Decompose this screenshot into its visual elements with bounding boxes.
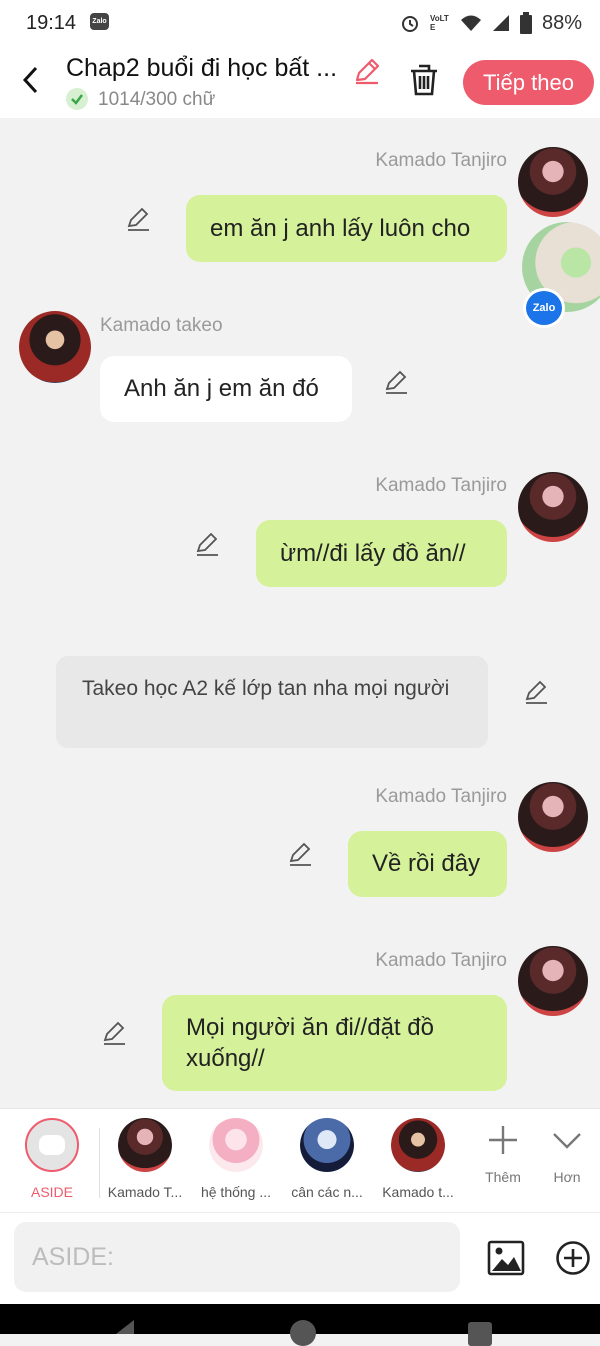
character-avatar [300,1118,354,1172]
zalo-badge: Zalo [523,288,565,328]
narration-block[interactable]: Takeo học A2 kế lớp tan nha mọi người [56,656,488,748]
tanjiro-avatar[interactable] [518,472,588,542]
character-takeo[interactable]: Kamado t... [375,1118,461,1200]
character-tanjiro[interactable]: Kamado T... [102,1118,188,1200]
pencil-icon [355,58,380,85]
takeo-avatar[interactable] [19,311,91,383]
image-button[interactable] [486,1238,526,1278]
character-can[interactable]: cân các n... [284,1118,370,1200]
speaker-name: Kamado Tanjiro [375,475,507,496]
message-bubble[interactable]: Anh ăn j em ăn đó [100,356,352,422]
pencil-icon [385,370,407,394]
chevron-left-icon [22,66,38,94]
add-button[interactable] [553,1238,593,1278]
edit-message-button[interactable] [287,840,315,868]
zalo-notification-icon: Zalo [90,13,109,30]
speaker-name: Kamado takeo [100,315,223,336]
image-icon [487,1240,525,1276]
character-avatar [391,1118,445,1172]
speaker-name: Kamado Tanjiro [375,150,507,171]
home-nav-icon[interactable] [290,1320,316,1346]
signal-icon [492,15,509,31]
pencil-icon [103,1021,125,1045]
chat-bubble-icon [25,1118,79,1172]
trash-icon [411,64,437,96]
character-system[interactable]: hệ thống ... [193,1118,279,1200]
tanjiro-avatar[interactable] [518,782,588,852]
edit-message-button[interactable] [383,368,411,396]
tanjiro-avatar[interactable] [518,147,588,217]
pencil-icon [289,842,311,866]
battery-percent: 88% [541,11,582,34]
add-label: Thêm [485,1169,521,1185]
pencil-icon [525,680,547,704]
edit-title-button[interactable] [352,56,382,86]
tanjiro-avatar[interactable] [518,946,588,1016]
chevron-down-icon [553,1133,581,1149]
edit-message-button[interactable] [523,678,551,706]
chapter-title[interactable]: Chap2 buổi đi học bất ... [66,54,348,83]
message-input[interactable] [14,1222,460,1292]
delete-button[interactable] [408,62,440,98]
edit-message-button[interactable] [101,1019,129,1047]
battery-icon [519,12,532,34]
alarm-icon [401,16,418,32]
speaker-name: Kamado Tanjiro [375,786,507,807]
message-bubble[interactable]: Mọi người ăn đi//đặt đồ xuống// [162,995,507,1091]
character-label: cân các n... [291,1184,363,1200]
wifi-icon [460,15,481,31]
edit-message-button[interactable] [194,530,222,558]
character-label: hệ thống ... [200,1184,272,1200]
plus-icon [489,1126,517,1154]
volte-icon: VoLTE [429,14,449,32]
recents-nav-icon[interactable] [468,1322,492,1346]
edit-message-button[interactable] [125,205,153,233]
more-button[interactable]: Hơn [540,1122,594,1185]
character-label: Kamado T... [107,1184,183,1200]
add-character-button[interactable]: Thêm [474,1122,532,1185]
message-bubble[interactable]: ừm//đi lấy đồ ăn// [256,520,507,587]
pencil-icon [127,207,149,231]
back-nav-icon[interactable] [112,1320,138,1334]
speaker-name: Kamado Tanjiro [375,950,507,971]
plus-circle-icon [556,1241,590,1275]
system-nav-bar [0,1304,600,1346]
character-avatar [209,1118,263,1172]
next-button[interactable]: Tiếp theo [463,60,594,105]
status-time: 19:14 [26,12,77,34]
character-label: Kamado t... [382,1184,454,1200]
character-label: ASIDE [30,1184,73,1200]
word-count: 1014/300 chữ [98,89,216,110]
back-button[interactable] [18,62,46,98]
more-label: Hơn [553,1169,581,1185]
character-aside[interactable]: ASIDE [9,1118,95,1200]
character-avatar [118,1118,172,1172]
divider [99,1128,100,1198]
status-icons: VoLTE 88% [400,10,582,36]
message-bubble[interactable]: em ăn j anh lấy luôn cho [186,195,507,262]
check-icon [66,88,88,110]
message-bubble[interactable]: Về rồi đây [348,831,507,897]
pencil-icon [196,532,218,556]
